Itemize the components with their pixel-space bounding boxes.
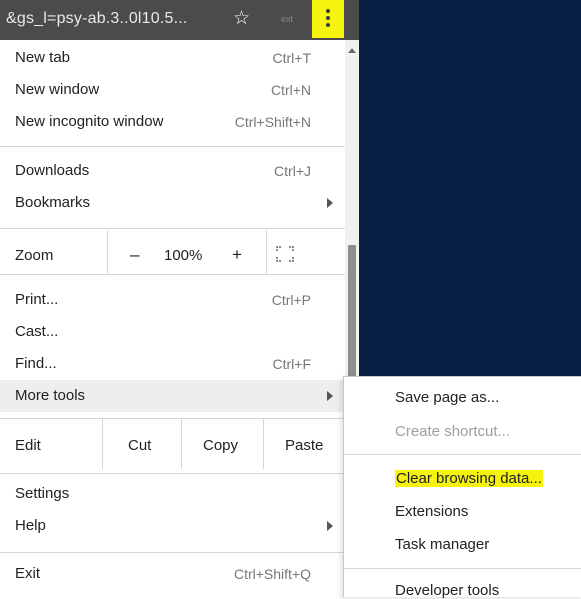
menu-item-label: New window — [15, 81, 100, 98]
browser-toolbar: &gs_l=psy-ab.3..0l10.5... ☆ ext — [0, 0, 359, 40]
zoom-out-button[interactable]: – — [130, 245, 139, 265]
menu-item-label: More tools — [15, 387, 86, 404]
menu-item-new-tab[interactable]: New tab Ctrl+T — [0, 42, 345, 74]
menu-item-label: Downloads — [15, 162, 90, 179]
menu-item-find[interactable]: Find... Ctrl+F — [0, 348, 345, 380]
chrome-main-menu: New tab Ctrl+T New window Ctrl+N New inc… — [0, 40, 346, 596]
submenu-item-task-manager[interactable]: Task manager — [395, 536, 489, 553]
menu-item-settings[interactable]: Settings — [0, 478, 345, 510]
menu-item-print[interactable]: Print... Ctrl+P — [0, 284, 345, 316]
star-icon[interactable]: ☆ — [233, 8, 250, 30]
menu-item-label: Find... — [15, 355, 57, 372]
zoom-level: 100% — [164, 247, 203, 264]
submenu-item-developer-tools[interactable]: Developer tools — [395, 582, 499, 599]
menu-item-more-tools[interactable]: More tools — [0, 380, 345, 412]
menu-divider — [0, 473, 345, 474]
submenu-item-save-page[interactable]: Save page as... — [395, 389, 499, 406]
edit-divider — [263, 419, 264, 469]
chevron-right-icon — [327, 391, 333, 401]
paste-button[interactable]: Paste — [285, 437, 323, 454]
kebab-menu-icon — [326, 9, 330, 30]
zoom-divider — [266, 230, 267, 274]
menu-item-label: Help — [15, 517, 46, 534]
menu-item-exit[interactable]: Exit Ctrl+Shift+Q — [0, 558, 345, 590]
menu-item-help[interactable]: Help — [0, 510, 345, 542]
chevron-right-icon — [327, 198, 333, 208]
menu-divider — [344, 454, 581, 455]
menu-item-label: Settings — [15, 485, 70, 502]
menu-divider — [0, 228, 345, 229]
menu-divider — [344, 568, 581, 569]
menu-item-label: Bookmarks — [15, 194, 91, 211]
menu-item-new-window[interactable]: New window Ctrl+N — [0, 74, 345, 106]
shortcut-text: Ctrl+P — [271, 292, 311, 308]
menu-item-downloads[interactable]: Downloads Ctrl+J — [0, 155, 345, 187]
menu-item-bookmarks[interactable]: Bookmarks — [0, 187, 345, 219]
shortcut-text: Ctrl+Shift+N — [234, 114, 311, 130]
edit-divider — [102, 419, 103, 469]
kebab-menu-button[interactable] — [312, 0, 344, 38]
shortcut-text: Ctrl+T — [272, 50, 312, 66]
zoom-row: Zoom – 100% + — [0, 230, 345, 283]
menu-item-new-incognito[interactable]: New incognito window Ctrl+Shift+N — [0, 106, 345, 138]
scroll-up-icon[interactable] — [348, 48, 356, 53]
more-tools-submenu: Save page as... Create shortcut... Clear… — [343, 376, 581, 599]
submenu-item-extensions[interactable]: Extensions — [395, 503, 468, 520]
menu-item-label: Cast... — [15, 323, 59, 340]
zoom-divider — [107, 230, 108, 274]
shortcut-text: Ctrl+F — [272, 356, 312, 372]
cut-button[interactable]: Cut — [128, 437, 151, 454]
zoom-label: Zoom — [15, 247, 54, 264]
edit-divider — [181, 419, 182, 469]
menu-item-label: New incognito window — [15, 113, 164, 130]
menu-divider — [0, 552, 345, 553]
menu-divider — [0, 146, 345, 147]
menu-item-label: Print... — [15, 291, 59, 308]
menu-divider — [0, 274, 345, 275]
shortcut-text: Ctrl+Shift+Q — [233, 566, 311, 582]
menu-item-label: Exit — [15, 565, 41, 582]
edit-row: Edit Cut Copy Paste — [0, 416, 345, 473]
edit-label: Edit — [15, 437, 41, 454]
shortcut-text: Ctrl+J — [274, 163, 311, 179]
highlighted-label: Clear browsing data... — [395, 470, 543, 487]
submenu-item-clear-browsing-data[interactable]: Clear browsing data... — [395, 470, 543, 487]
copy-button[interactable]: Copy — [203, 437, 238, 454]
extension-icon[interactable]: ext — [276, 12, 298, 26]
menu-item-cast[interactable]: Cast... — [0, 316, 345, 348]
address-bar-text[interactable]: &gs_l=psy-ab.3..0l10.5... — [6, 10, 188, 28]
fullscreen-icon[interactable] — [276, 246, 294, 262]
menu-item-label: New tab — [15, 49, 71, 66]
submenu-item-create-shortcut: Create shortcut... — [395, 423, 511, 440]
zoom-in-button[interactable]: + — [232, 245, 242, 265]
shortcut-text: Ctrl+N — [270, 82, 311, 98]
page-content-area — [359, 0, 581, 376]
chevron-right-icon — [327, 521, 333, 531]
